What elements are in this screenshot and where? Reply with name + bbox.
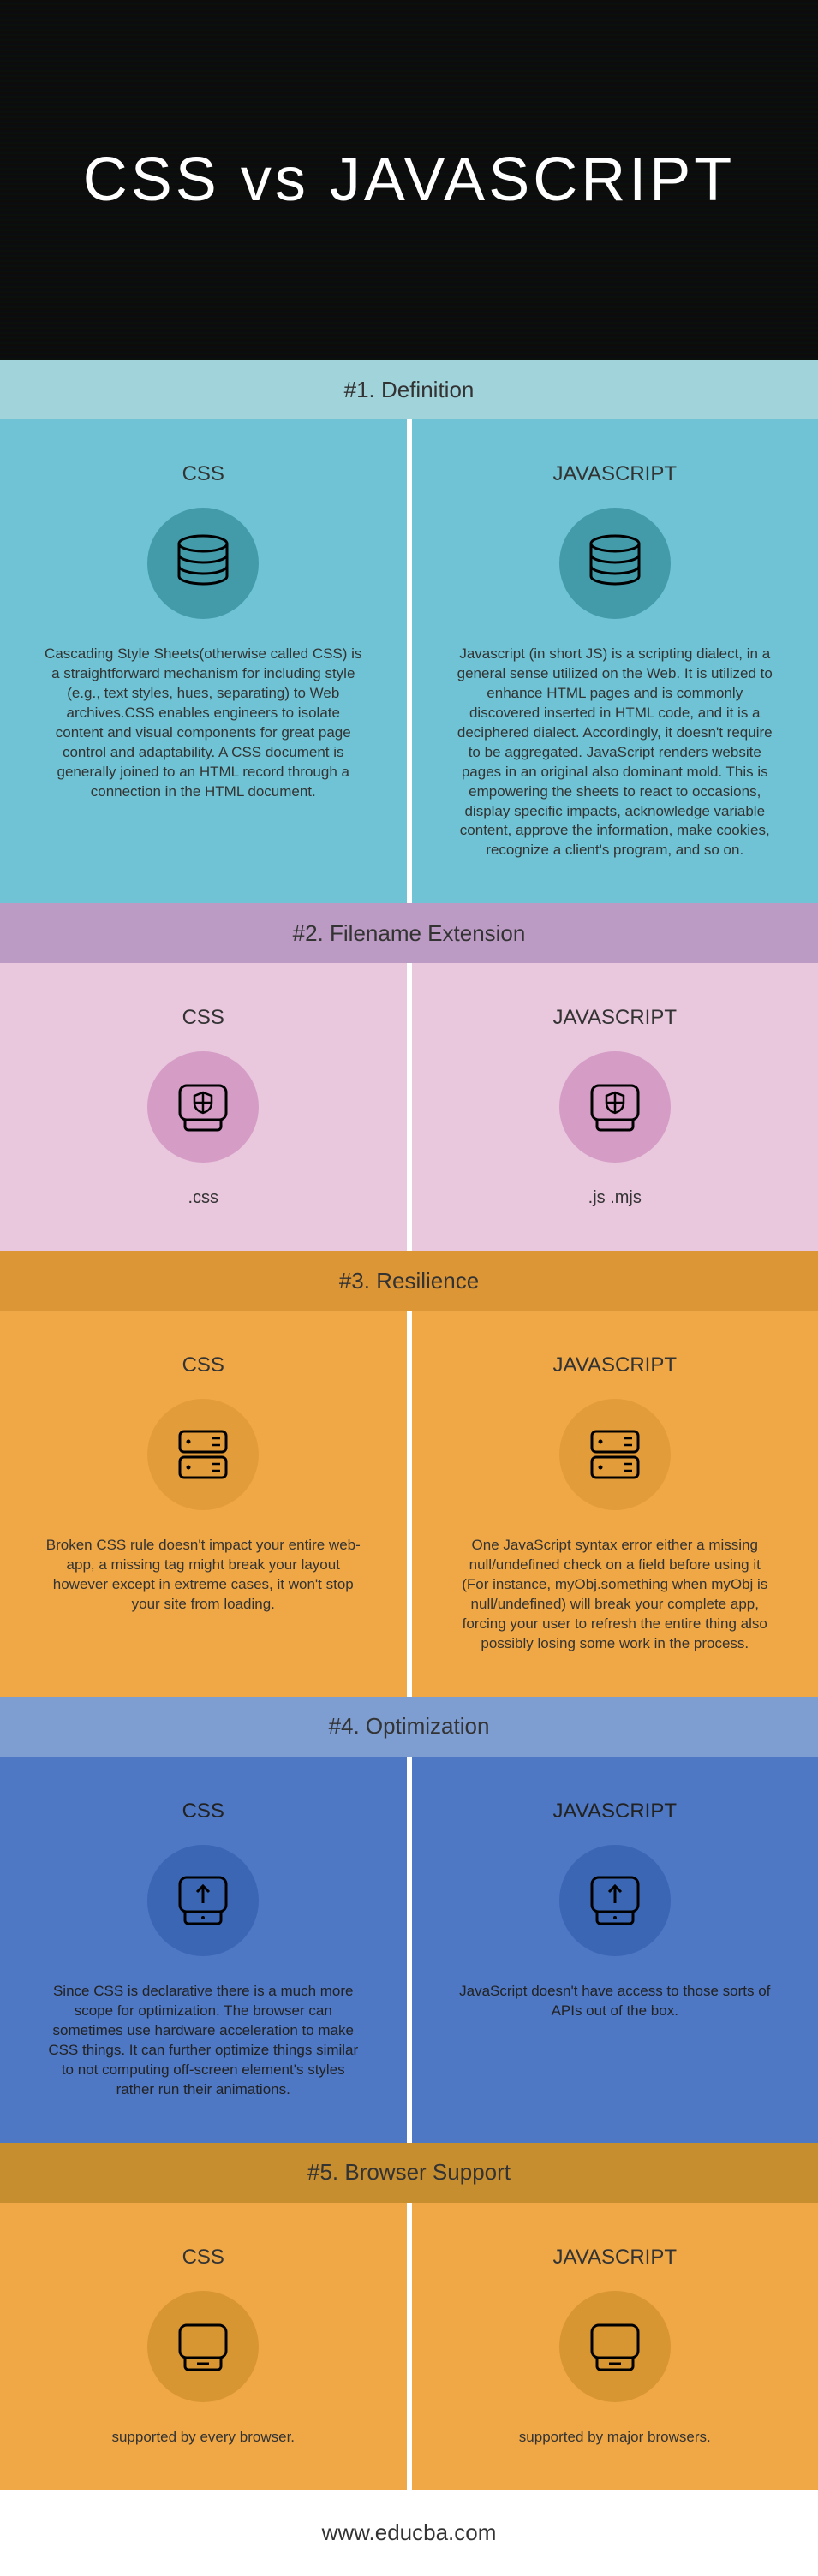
drive-icon — [559, 2291, 671, 2402]
hero-banner: CSS vs JAVASCRIPT — [0, 0, 818, 360]
css-definition-text: Cascading Style Sheets(otherwise called … — [43, 645, 364, 802]
css-title: CSS — [182, 2246, 224, 2270]
section-filename-extension: #2. Filename Extension CSS .css JAVASCRI… — [0, 903, 818, 1251]
footer-url: www.educba.com — [0, 2490, 818, 2576]
js-browser-text: supported by major browsers. — [519, 2428, 711, 2448]
section-header-definition: #1. Definition — [0, 360, 818, 419]
css-title: CSS — [182, 1800, 224, 1823]
js-optimization-text: JavaScript doesn't have access to those … — [455, 1982, 776, 2021]
section-definition: #1. Definition CSS Cascading Style Sheet… — [0, 360, 818, 903]
css-browser-text: supported by every browser. — [111, 2428, 295, 2448]
css-title: CSS — [182, 1353, 224, 1377]
server-icon — [147, 1399, 259, 1510]
section-header-resilience: #3. Resilience — [0, 1251, 818, 1311]
css-optimization-text: Since CSS is declarative there is a much… — [43, 1982, 364, 2100]
section-header-optimization: #4. Optimization — [0, 1697, 818, 1757]
section-browser-support: #5. Browser Support CSS supported by eve… — [0, 2143, 818, 2490]
drive-shield-icon — [147, 1051, 259, 1163]
drive-icon — [147, 2291, 259, 2402]
upload-drive-icon — [559, 1845, 671, 1956]
database-icon — [559, 508, 671, 619]
section-optimization: #4. Optimization CSS Since CSS is declar… — [0, 1697, 818, 2143]
js-title: JAVASCRIPT — [553, 462, 677, 486]
css-title: CSS — [182, 1006, 224, 1030]
upload-drive-icon — [147, 1845, 259, 1956]
js-title: JAVASCRIPT — [553, 1353, 677, 1377]
drive-shield-icon — [559, 1051, 671, 1163]
css-extension-text: .css — [188, 1188, 218, 1208]
server-icon — [559, 1399, 671, 1510]
js-resilience-text: One JavaScript syntax error either a mis… — [455, 1536, 776, 1654]
js-title: JAVASCRIPT — [553, 1006, 677, 1030]
database-icon — [147, 508, 259, 619]
js-title: JAVASCRIPT — [553, 1800, 677, 1823]
js-definition-text: Javascript (in short JS) is a scripting … — [455, 645, 776, 860]
js-title: JAVASCRIPT — [553, 2246, 677, 2270]
js-extension-text: .js .mjs — [588, 1188, 642, 1208]
css-resilience-text: Broken CSS rule doesn't impact your enti… — [43, 1536, 364, 1615]
section-header-browser-support: #5. Browser Support — [0, 2143, 818, 2203]
page-title: CSS vs JAVASCRIPT — [83, 145, 735, 215]
section-resilience: #3. Resilience CSS Broken CSS rule doesn… — [0, 1251, 818, 1697]
section-header-extension: #2. Filename Extension — [0, 903, 818, 963]
css-title: CSS — [182, 462, 224, 486]
